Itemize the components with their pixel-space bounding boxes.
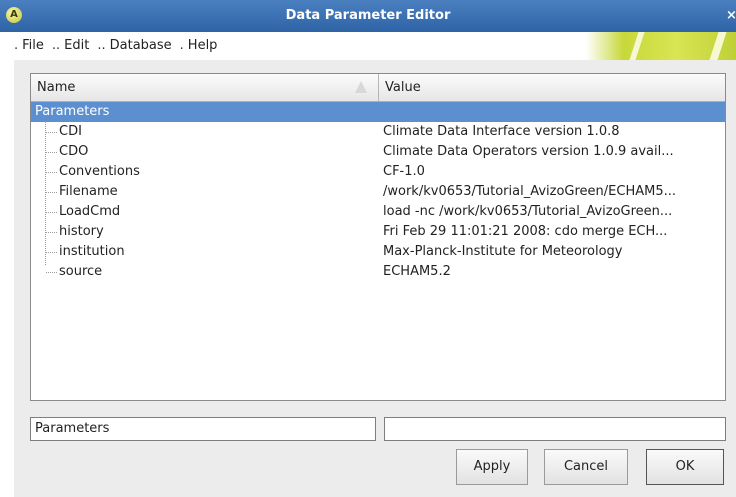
row-name: Parameters bbox=[35, 104, 110, 119]
row-name: LoadCmd bbox=[59, 204, 121, 219]
brand-logo bbox=[586, 32, 736, 60]
row-name: history bbox=[59, 224, 104, 239]
ok-button[interactable]: OK bbox=[646, 449, 724, 485]
row-name: CDI bbox=[59, 124, 82, 139]
tree-row-parameters[interactable]: Parameters bbox=[31, 102, 725, 122]
dialog-body: Name Value Parameters CDI Climate Data I… bbox=[14, 60, 736, 497]
menu-file[interactable]: File bbox=[22, 38, 44, 53]
row-value: Climate Data Interface version 1.0.8 bbox=[383, 124, 620, 139]
row-name: source bbox=[59, 264, 103, 279]
row-value: CF-1.0 bbox=[383, 164, 425, 179]
table-row[interactable]: Filename /work/kv0653/Tutorial_AvizoGree… bbox=[31, 182, 725, 202]
table-row[interactable]: CDO Climate Data Operators version 1.0.9… bbox=[31, 142, 725, 162]
close-icon[interactable]: × bbox=[726, 7, 736, 25]
name-field-value: Parameters bbox=[35, 421, 110, 436]
row-value: Max-Planck-Institute for Meteorology bbox=[383, 244, 623, 259]
table-row[interactable]: source ECHAM5.2 bbox=[31, 262, 725, 282]
table-row[interactable]: history Fri Feb 29 11:01:21 2008: cdo me… bbox=[31, 222, 725, 242]
row-value: ECHAM5.2 bbox=[383, 264, 451, 279]
menu-help[interactable]: Help bbox=[188, 38, 218, 53]
apply-button[interactable]: Apply bbox=[456, 449, 528, 485]
tree-header: Name Value bbox=[31, 74, 725, 102]
row-value: load -nc /work/kv0653/Tutorial_AvizoGree… bbox=[383, 204, 673, 219]
cancel-button[interactable]: Cancel bbox=[544, 449, 628, 485]
column-header-name[interactable]: Name bbox=[37, 80, 75, 95]
name-field[interactable]: Parameters bbox=[30, 417, 376, 441]
table-row[interactable]: LoadCmd load -nc /work/kv0653/Tutorial_A… bbox=[31, 202, 725, 222]
window-title: Data Parameter Editor bbox=[285, 8, 451, 23]
row-value: Fri Feb 29 11:01:21 2008: cdo merge ECH.… bbox=[383, 224, 668, 239]
menu-database[interactable]: Database bbox=[110, 38, 172, 53]
menu-bar: . File .. Edit .. Database . Help bbox=[0, 32, 736, 60]
row-name: CDO bbox=[59, 144, 89, 159]
table-row[interactable]: institution Max-Planck-Institute for Met… bbox=[31, 242, 725, 262]
row-value: Climate Data Operators version 1.0.9 ava… bbox=[383, 144, 674, 159]
value-field[interactable] bbox=[384, 417, 726, 441]
menu-edit[interactable]: Edit bbox=[64, 38, 89, 53]
row-name: Filename bbox=[59, 184, 118, 199]
table-row[interactable]: Conventions CF-1.0 bbox=[31, 162, 725, 182]
row-value: /work/kv0653/Tutorial_AvizoGreen/ECHAM5.… bbox=[383, 184, 677, 199]
row-name: Conventions bbox=[59, 164, 140, 179]
title-bar: A Data Parameter Editor × bbox=[0, 0, 736, 32]
row-name: institution bbox=[59, 244, 125, 259]
table-row[interactable]: CDI Climate Data Interface version 1.0.8 bbox=[31, 122, 725, 142]
parameter-tree[interactable]: Name Value Parameters CDI Climate Data I… bbox=[30, 73, 726, 401]
column-header-value[interactable]: Value bbox=[385, 80, 421, 95]
sort-ascending-icon bbox=[355, 81, 367, 93]
